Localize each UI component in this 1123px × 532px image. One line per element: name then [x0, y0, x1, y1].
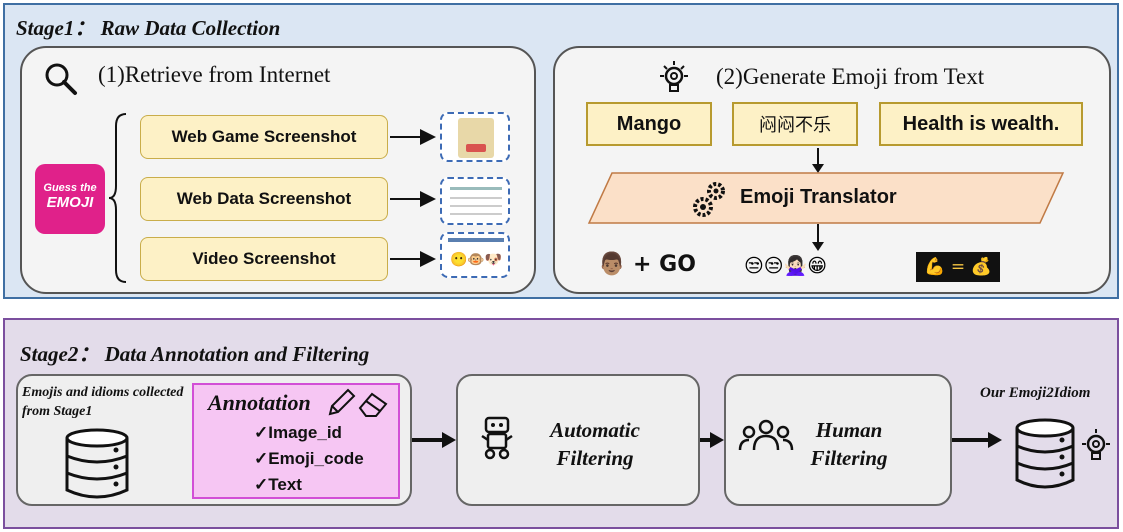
- video-screenshot-thumb: 😶🐵🐶: [440, 232, 510, 278]
- annotation-title: Annotation: [208, 390, 311, 415]
- brace: [108, 113, 127, 283]
- automatic-filtering-label: Automatic Filtering: [520, 416, 670, 472]
- arrow-to-human: [700, 432, 724, 448]
- input-chinese-idiom: 闷闷不乐: [732, 102, 858, 146]
- annotation-field-emoji-code: ✓Emoji_code: [254, 449, 364, 468]
- database-icon: [65, 428, 129, 499]
- source-video: Video Screenshot: [140, 237, 388, 281]
- result-lightbulb-icon: [1082, 429, 1110, 460]
- lightbulb-icon: [660, 61, 688, 92]
- eraser-icon: [358, 392, 388, 417]
- logo-line2: EMOJI: [46, 194, 94, 211]
- source-arrows: [390, 129, 436, 267]
- stage1-title: Stage1： Raw Data Collection: [16, 16, 281, 40]
- annotation-field-text: ✓Text: [254, 475, 302, 494]
- data-screenshot-thumb: [440, 177, 510, 225]
- logo-line1: Guess the: [43, 182, 97, 194]
- retrieve-title: (1)Retrieve from Internet: [98, 62, 331, 87]
- collected-caption: Emojis and idioms collected from Stage1: [22, 385, 184, 419]
- robot-icon: [481, 416, 513, 460]
- source-web-data: Web Data Screenshot: [140, 177, 388, 221]
- output-health: 💪 = 💰: [916, 252, 1000, 282]
- output-idiom: 😒😒🙅🏻‍♀️😁: [744, 255, 828, 277]
- output-mango: 👨🏽 + GO: [598, 252, 696, 277]
- input-health-is-wealth: Health is wealth.: [879, 102, 1083, 146]
- annotation-field-image-id: ✓Image_id: [254, 423, 342, 442]
- human-filtering-label: Human Filtering: [784, 416, 914, 472]
- human-line1: Human: [815, 418, 883, 442]
- guess-the-emoji-logo: Guess the EMOJI: [35, 164, 105, 234]
- arrow-to-result: [952, 432, 1002, 448]
- human-line2: Filtering: [810, 446, 888, 470]
- pencil-icon: [328, 388, 356, 416]
- input-mango: Mango: [586, 102, 712, 146]
- gears-icon: [693, 182, 725, 217]
- translator-out-arrow: [812, 224, 824, 251]
- source-web-game: Web Game Screenshot: [140, 115, 388, 159]
- generate-title: (2)Generate Emoji from Text: [716, 64, 985, 89]
- automatic-line2: Filtering: [556, 446, 634, 470]
- search-icon: [45, 63, 77, 95]
- arrow-to-automatic: [412, 432, 456, 448]
- game-screenshot-thumb: [440, 112, 510, 162]
- result-caption: Our Emoji2Idiom: [980, 385, 1091, 401]
- result-database-icon: [1015, 418, 1075, 489]
- translator-label: Emoji Translator: [740, 186, 897, 208]
- automatic-line1: Automatic: [550, 418, 640, 442]
- stage2-title: Stage2： Data Annotation and Filtering: [20, 342, 370, 366]
